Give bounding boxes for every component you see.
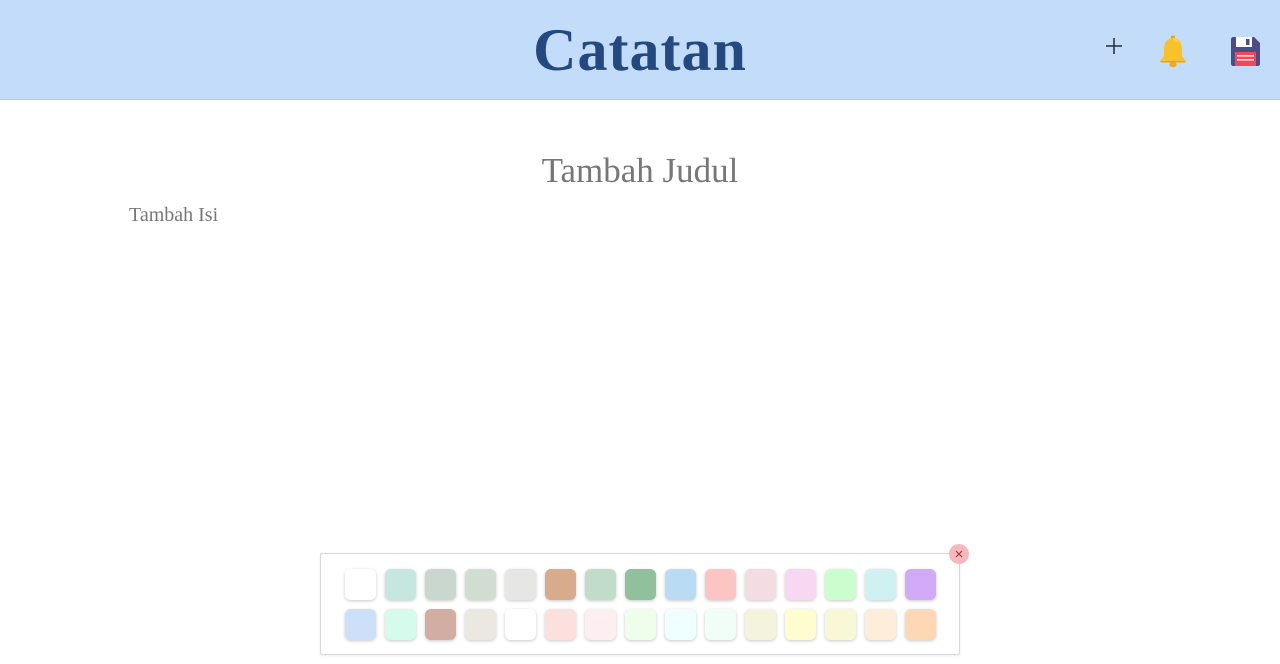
color-swatch[interactable] (345, 569, 376, 600)
color-swatch[interactable] (385, 569, 416, 600)
save-button[interactable] (1226, 33, 1264, 71)
color-swatch[interactable] (905, 609, 936, 640)
app-title: Catatan (533, 17, 747, 83)
color-swatch[interactable] (545, 609, 576, 640)
color-swatch[interactable] (665, 609, 696, 640)
color-swatch[interactable] (865, 609, 896, 640)
color-swatch[interactable] (905, 569, 936, 600)
color-swatch[interactable] (665, 569, 696, 600)
color-swatch[interactable] (625, 569, 656, 600)
color-swatch[interactable] (545, 569, 576, 600)
floppy-disk-icon (1231, 37, 1260, 66)
color-swatch[interactable] (505, 569, 536, 600)
color-swatch[interactable] (705, 569, 736, 600)
color-swatch[interactable] (425, 569, 456, 600)
color-swatch[interactable] (425, 609, 456, 640)
reminder-button[interactable] (1154, 32, 1192, 70)
close-icon (955, 550, 963, 558)
color-swatch[interactable] (745, 569, 776, 600)
color-swatch[interactable] (625, 609, 656, 640)
color-palette (320, 553, 960, 655)
color-swatch[interactable] (345, 609, 376, 640)
color-swatch[interactable] (465, 569, 496, 600)
color-swatch[interactable] (865, 569, 896, 600)
color-swatch[interactable] (825, 609, 856, 640)
color-swatch[interactable] (585, 609, 616, 640)
color-swatch[interactable] (785, 609, 816, 640)
color-swatch[interactable] (705, 609, 736, 640)
bell-icon (1160, 35, 1186, 68)
color-swatch[interactable] (825, 569, 856, 600)
note-title-input[interactable]: Tambah Judul (0, 150, 1280, 192)
app-header: Catatan (0, 0, 1280, 100)
color-swatch[interactable] (465, 609, 496, 640)
color-swatch[interactable] (785, 569, 816, 600)
palette-close-button[interactable] (949, 544, 969, 564)
add-note-button[interactable] (1098, 30, 1130, 62)
color-swatch[interactable] (385, 609, 416, 640)
note-body-input[interactable]: Tambah Isi (129, 202, 218, 228)
color-swatch[interactable] (745, 609, 776, 640)
color-swatch[interactable] (585, 569, 616, 600)
plus-icon (1106, 38, 1122, 54)
color-swatch[interactable] (505, 609, 536, 640)
